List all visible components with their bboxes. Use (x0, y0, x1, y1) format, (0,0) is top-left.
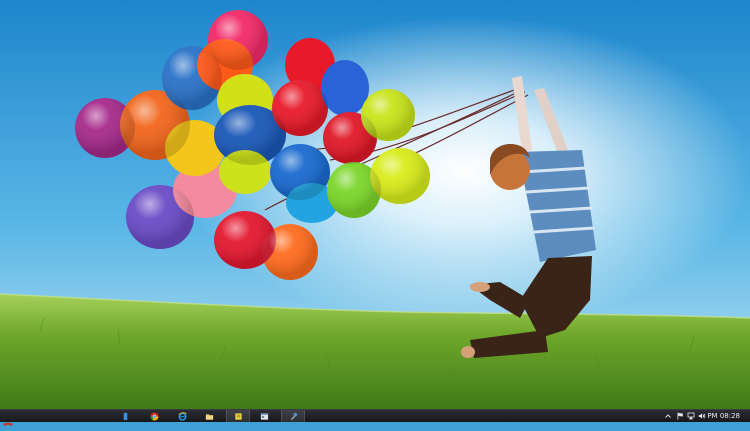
internet-explorer-icon (178, 411, 187, 421)
start-orb-icon[interactable] (2, 412, 14, 426)
volume-icon[interactable] (698, 412, 706, 420)
folder-icon (205, 412, 214, 421)
tool-icon (289, 412, 298, 421)
flag-icon[interactable] (676, 412, 684, 420)
show-hidden-icons-chevron-icon[interactable] (664, 412, 672, 420)
chrome-icon (149, 411, 159, 421)
taskbar: PM 08:28 (0, 409, 750, 426)
taskbar-app-internet-explorer[interactable] (171, 410, 193, 422)
network-icon[interactable] (687, 412, 695, 420)
taskbar-app-notes[interactable] (226, 410, 250, 422)
console-icon (260, 412, 269, 421)
taskbar-app-terminal[interactable] (253, 410, 275, 422)
desktop[interactable] (0, 0, 750, 409)
blue-app-icon (121, 412, 130, 421)
sticky-note-icon (234, 412, 243, 421)
taskbar-app-file-explorer[interactable] (198, 410, 220, 422)
wallpaper (0, 0, 750, 409)
taskbar-app-chrome[interactable] (143, 410, 165, 422)
system-clock[interactable]: PM 08:28 (707, 410, 740, 422)
taskbar-app-tool[interactable] (281, 410, 305, 422)
taskbar-app-blue-app[interactable] (114, 410, 136, 422)
